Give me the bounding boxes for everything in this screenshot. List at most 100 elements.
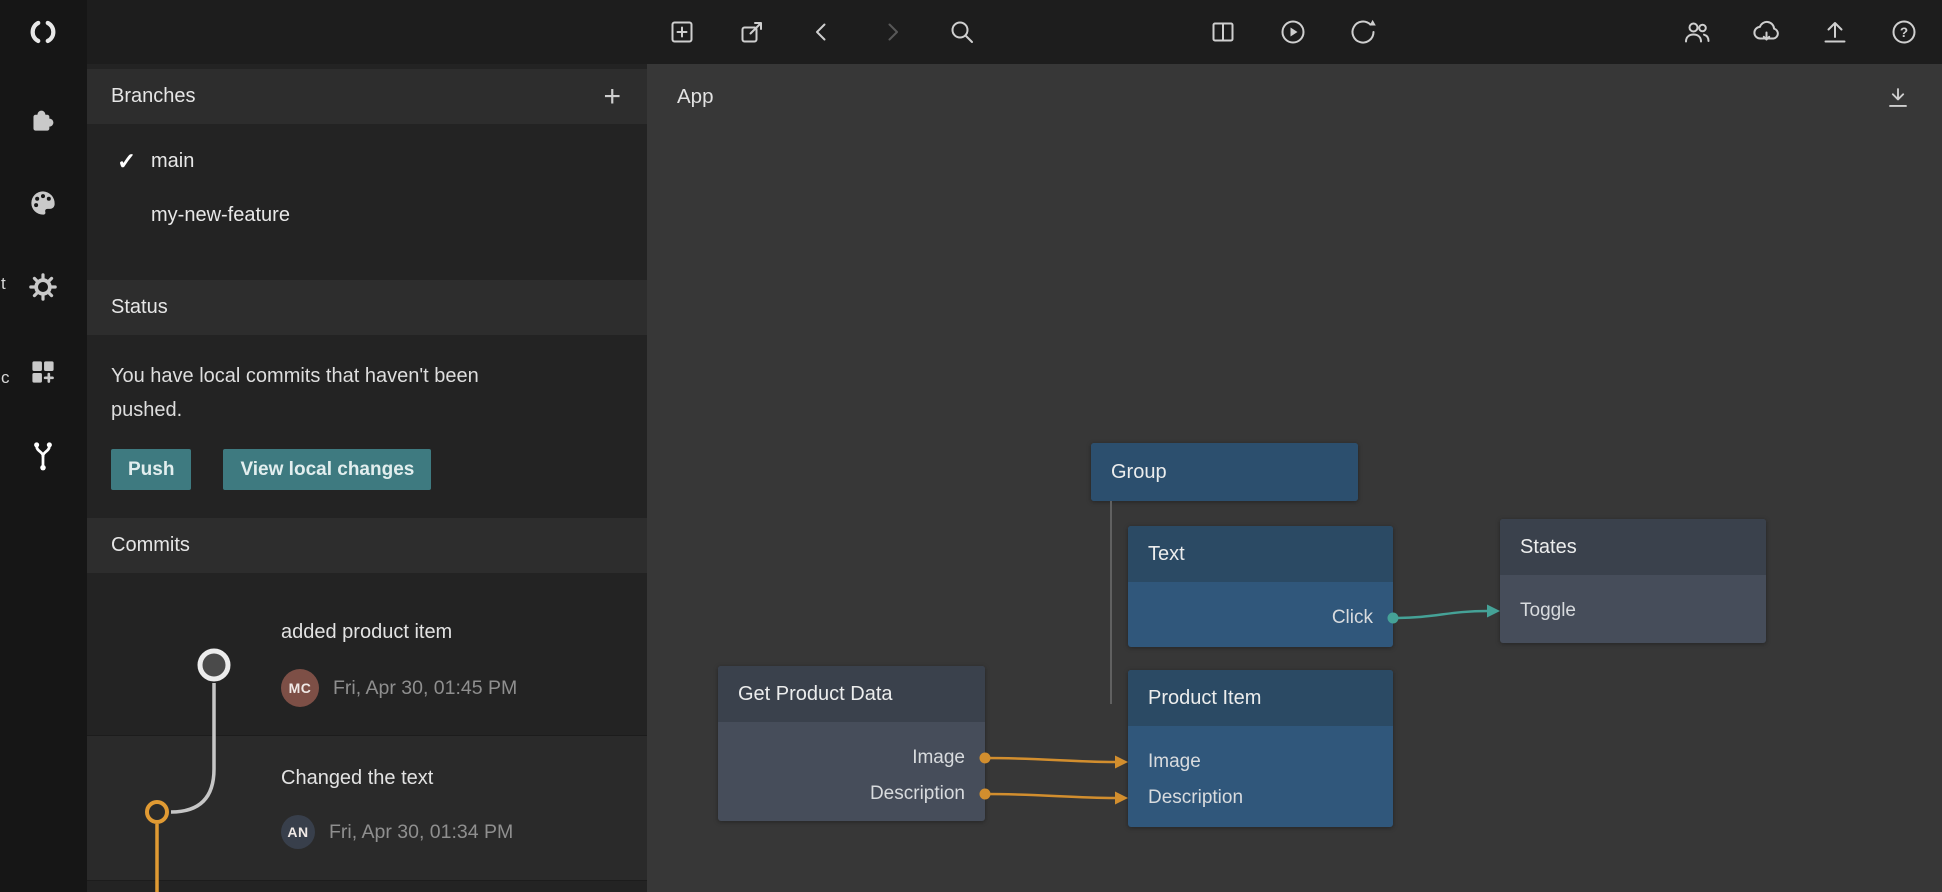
node-title: Product Item bbox=[1148, 687, 1261, 710]
view-local-changes-button[interactable]: View local changes bbox=[223, 449, 431, 490]
forward-button[interactable] bbox=[869, 9, 915, 55]
toolbar-right-group: ? bbox=[1674, 9, 1927, 55]
input-port-toggle[interactable]: Toggle bbox=[1500, 593, 1766, 629]
port-label: Description bbox=[1148, 787, 1243, 809]
commit-meta: AN Fri, Apr 30, 01:34 PM bbox=[281, 815, 647, 849]
split-view-button[interactable] bbox=[1200, 9, 1246, 55]
branch-list: ✓ main ✓ my-new-feature bbox=[87, 124, 647, 242]
node-get-product-data[interactable]: Get Product Data Image Description bbox=[718, 666, 985, 821]
port-label: Toggle bbox=[1520, 600, 1576, 622]
node-text[interactable]: Text Click bbox=[1128, 526, 1393, 647]
commit-date: Fri, Apr 30, 01:45 PM bbox=[333, 677, 517, 700]
commit-meta: MC Fri, Apr 30, 01:45 PM bbox=[281, 669, 647, 707]
components-panel-button[interactable] bbox=[16, 93, 70, 147]
status-section-header: Status bbox=[87, 280, 647, 335]
toolbar: ? bbox=[87, 0, 1942, 64]
gear-icon bbox=[25, 269, 61, 305]
checkmark-icon: ✓ bbox=[117, 148, 151, 175]
toolbar-center-group bbox=[1200, 9, 1386, 55]
node-title-bar: Get Product Data bbox=[718, 666, 985, 722]
users-icon bbox=[1681, 16, 1713, 48]
node-canvas[interactable]: App Group Text Click States bbox=[647, 64, 1942, 892]
commits-title: Commits bbox=[111, 534, 190, 557]
node-body: Click bbox=[1128, 582, 1393, 636]
new-component-button[interactable] bbox=[729, 9, 775, 55]
settings-panel-button[interactable] bbox=[16, 260, 70, 314]
output-port-image[interactable]: Image bbox=[718, 740, 985, 776]
noodl-logo-icon bbox=[25, 15, 61, 51]
commit-item[interactable]: added product item MC Fri, Apr 30, 01:45… bbox=[87, 573, 647, 735]
output-port-click[interactable]: Click bbox=[1128, 600, 1393, 636]
node-states[interactable]: States Toggle bbox=[1500, 519, 1766, 643]
output-port-description[interactable]: Description bbox=[718, 776, 985, 812]
deploy-button[interactable] bbox=[1812, 9, 1858, 55]
refresh-icon bbox=[1347, 16, 1379, 48]
status-body: You have local commits that haven't been… bbox=[87, 335, 647, 518]
port-label: Image bbox=[912, 747, 965, 769]
play-circle-icon bbox=[1277, 16, 1309, 48]
chevron-left-icon bbox=[806, 16, 838, 48]
commit-message: added product item bbox=[281, 621, 647, 644]
back-button[interactable] bbox=[799, 9, 845, 55]
cloud-icon bbox=[1750, 16, 1782, 48]
node-body: Image Description bbox=[1128, 726, 1393, 816]
run-preview-button[interactable] bbox=[1270, 9, 1316, 55]
add-node-button[interactable] bbox=[659, 9, 705, 55]
clipped-edge-text: c bbox=[1, 368, 10, 388]
status-message: You have local commits that haven't been… bbox=[111, 359, 511, 427]
connection-description bbox=[985, 794, 1115, 798]
logo-button[interactable] bbox=[16, 6, 70, 60]
node-title: Group bbox=[1111, 461, 1167, 484]
branch-name: my-new-feature bbox=[151, 204, 290, 227]
version-control-button[interactable] bbox=[16, 429, 70, 483]
palette-icon bbox=[25, 185, 61, 221]
node-group[interactable]: Group bbox=[1091, 443, 1358, 501]
node-body: Toggle bbox=[1500, 575, 1766, 629]
git-branch-icon bbox=[25, 438, 61, 474]
add-node-icon bbox=[666, 16, 698, 48]
add-branch-button[interactable]: + bbox=[603, 82, 621, 112]
breadcrumb-app[interactable]: App bbox=[677, 85, 713, 109]
cloud-sync-button[interactable] bbox=[1743, 9, 1789, 55]
input-port-image[interactable]: Image bbox=[1128, 744, 1393, 780]
split-view-icon bbox=[1207, 16, 1239, 48]
clipped-edge-text: t bbox=[1, 274, 6, 294]
download-button[interactable] bbox=[1878, 78, 1918, 118]
node-title: States bbox=[1520, 536, 1577, 559]
branch-name: main bbox=[151, 150, 194, 173]
node-library-button[interactable] bbox=[16, 345, 70, 399]
input-port-description[interactable]: Description bbox=[1128, 780, 1393, 816]
refresh-button[interactable] bbox=[1340, 9, 1386, 55]
commit-item[interactable]: Changed the text AN Fri, Apr 30, 01:34 P… bbox=[87, 735, 647, 880]
node-title-bar: Text bbox=[1128, 526, 1393, 582]
connection-click-toggle bbox=[1393, 611, 1488, 618]
node-title-bar: Group bbox=[1091, 443, 1358, 501]
status-title: Status bbox=[111, 296, 168, 319]
node-title: Text bbox=[1148, 543, 1185, 566]
svg-text:?: ? bbox=[1900, 25, 1908, 40]
commit-date: Fri, Apr 30, 01:34 PM bbox=[329, 821, 513, 844]
node-title: Get Product Data bbox=[738, 683, 893, 706]
arrowhead-toggle bbox=[1487, 605, 1500, 618]
search-icon bbox=[946, 16, 978, 48]
branches-title: Branches bbox=[111, 85, 196, 108]
node-title-bar: States bbox=[1500, 519, 1766, 575]
styles-panel-button[interactable] bbox=[16, 176, 70, 230]
toolbar-left-group bbox=[659, 9, 985, 55]
search-button[interactable] bbox=[939, 9, 985, 55]
chevron-right-icon bbox=[876, 16, 908, 48]
question-circle-icon: ? bbox=[1888, 16, 1920, 48]
author-avatar: AN bbox=[281, 815, 315, 849]
activity-bar: t c bbox=[0, 0, 87, 892]
download-icon bbox=[1883, 83, 1913, 113]
help-button[interactable]: ? bbox=[1881, 9, 1927, 55]
collaborators-button[interactable] bbox=[1674, 9, 1720, 55]
branch-item-my-new-feature[interactable]: ✓ my-new-feature bbox=[87, 188, 647, 242]
arrowhead-description bbox=[1115, 792, 1128, 805]
connection-image bbox=[985, 758, 1115, 762]
app-window: t c bbox=[0, 0, 1942, 892]
port-label: Image bbox=[1148, 751, 1201, 773]
push-button[interactable]: Push bbox=[111, 449, 191, 490]
node-product-item[interactable]: Product Item Image Description bbox=[1128, 670, 1393, 827]
branch-item-main[interactable]: ✓ main bbox=[87, 134, 647, 188]
